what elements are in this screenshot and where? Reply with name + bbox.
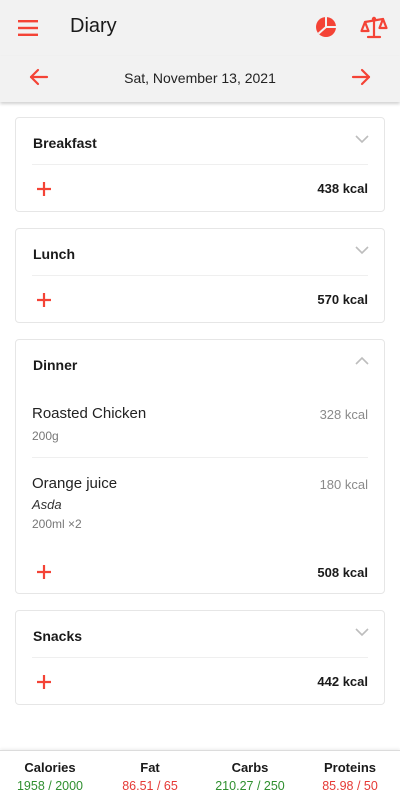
summary-label: Fat — [140, 760, 160, 775]
summary-value: 1958 / 2000 — [16, 779, 84, 793]
meal-card-dinner: Dinner Roasted Chicken 328 kcal 200g Ora… — [15, 339, 385, 594]
diary-content: Breakfast 438 kcal Lunch 570 kcal Dinner — [0, 102, 400, 750]
divider — [32, 657, 368, 658]
food-name: Orange juice — [32, 475, 118, 492]
meal-total-kcal: 508 kcal — [317, 565, 368, 580]
divider — [32, 275, 368, 276]
food-kcal: 180 kcal — [319, 477, 368, 492]
meal-total-kcal: 438 kcal — [317, 181, 368, 196]
add-food-icon[interactable] — [35, 563, 53, 581]
menu-icon[interactable] — [16, 16, 40, 40]
app-bar: Diary — [0, 0, 400, 56]
summary-carbs: Carbs 210.27 / 250 — [200, 751, 300, 793]
summary-label: Calories — [24, 760, 76, 775]
chevron-down-icon — [355, 628, 369, 637]
food-amount: 200ml ×2 — [32, 517, 82, 531]
divider — [32, 457, 368, 458]
meal-title: Snacks — [33, 628, 83, 644]
meal-header-breakfast[interactable]: Breakfast — [16, 118, 384, 164]
food-entry[interactable]: Roasted Chicken 328 kcal 200g — [16, 405, 384, 455]
meal-title: Dinner — [33, 357, 78, 373]
pie-chart-icon[interactable] — [314, 15, 338, 39]
summary-value: 85.98 / 50 — [322, 779, 378, 793]
summary-calories: Calories 1958 / 2000 — [0, 751, 100, 793]
nutrition-summary-bar: Calories 1958 / 2000 Fat 86.51 / 65 Carb… — [0, 750, 400, 800]
page-title: Diary — [70, 15, 117, 37]
meal-total-kcal: 570 kcal — [317, 292, 368, 307]
add-food-icon[interactable] — [35, 673, 53, 691]
add-food-icon[interactable] — [35, 180, 53, 198]
meal-card-breakfast: Breakfast 438 kcal — [15, 117, 385, 212]
meal-card-snacks: Snacks 442 kcal — [15, 610, 385, 705]
meal-title: Lunch — [33, 246, 75, 262]
food-kcal: 328 kcal — [319, 407, 368, 422]
meal-total-kcal: 442 kcal — [317, 674, 368, 689]
food-amount: 200g — [32, 429, 59, 443]
date-navigation-bar: Sat, November 13, 2021 — [0, 56, 400, 102]
food-brand: Asda — [32, 497, 62, 512]
divider — [32, 164, 368, 165]
meal-title: Breakfast — [33, 135, 97, 151]
chevron-down-icon — [355, 135, 369, 144]
chevron-down-icon — [355, 246, 369, 255]
meal-card-lunch: Lunch 570 kcal — [15, 228, 385, 323]
summary-fat: Fat 86.51 / 65 — [100, 751, 200, 793]
current-date[interactable]: Sat, November 13, 2021 — [0, 70, 400, 86]
scale-icon[interactable] — [360, 15, 388, 41]
chevron-up-icon — [355, 356, 369, 365]
meal-header-snacks[interactable]: Snacks — [16, 611, 384, 657]
summary-value: 86.51 / 65 — [122, 779, 178, 793]
meal-header-lunch[interactable]: Lunch — [16, 229, 384, 275]
meal-header-dinner[interactable]: Dinner — [16, 340, 384, 386]
add-food-icon[interactable] — [35, 291, 53, 309]
food-name: Roasted Chicken — [32, 405, 147, 422]
summary-label: Carbs — [231, 760, 269, 775]
summary-value: 210.27 / 250 — [215, 779, 285, 793]
summary-proteins: Proteins 85.98 / 50 — [300, 751, 400, 793]
summary-label: Proteins — [323, 760, 376, 775]
food-entry[interactable]: Orange juice 180 kcal Asda 200ml ×2 — [16, 475, 384, 535]
arrow-right-icon[interactable] — [350, 66, 372, 88]
